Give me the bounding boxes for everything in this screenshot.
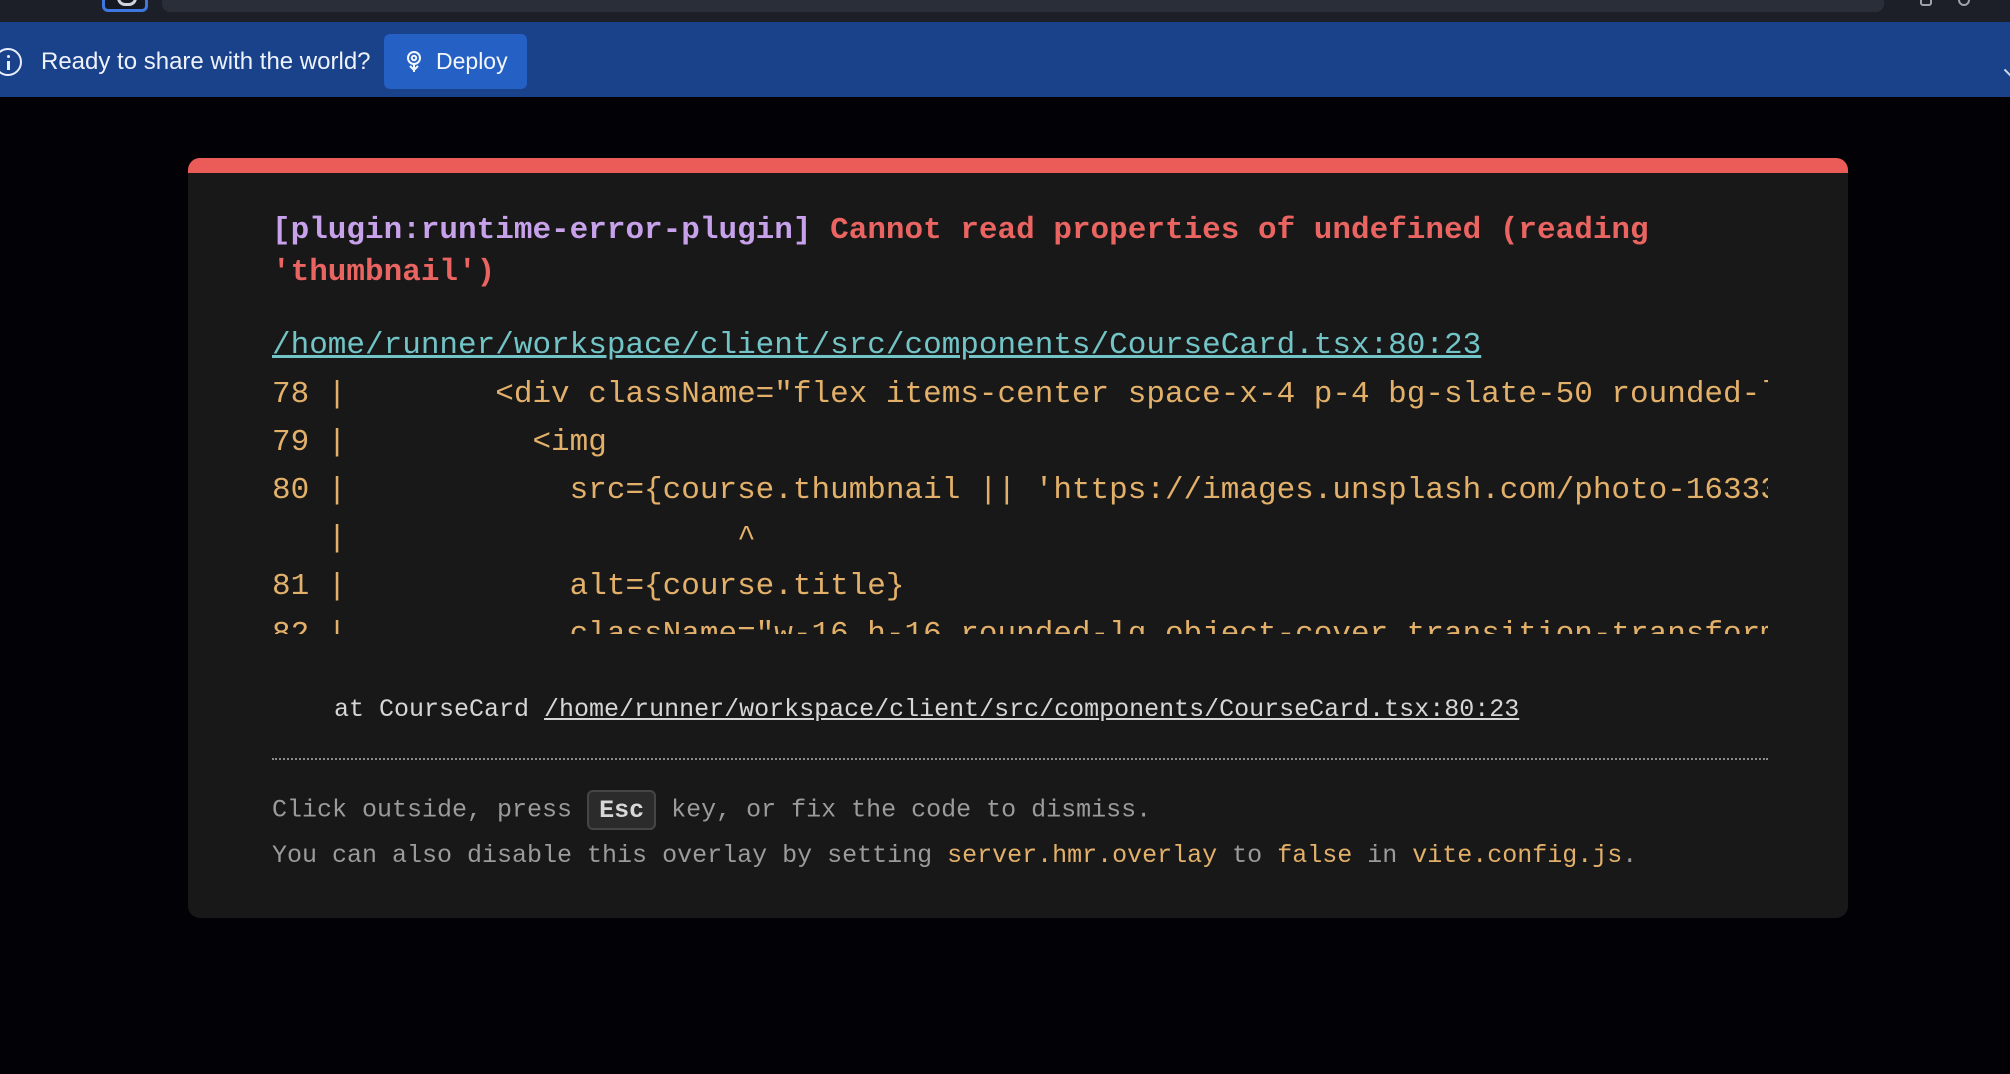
window-control[interactable]	[1958, 0, 1970, 6]
config-option: server.hmr.overlay	[947, 841, 1218, 870]
url-field[interactable]	[162, 0, 1884, 12]
tip-text: Click outside, press	[272, 795, 588, 825]
browser-top-bar	[0, 0, 2010, 22]
config-tip: You can also disable this overlay by set…	[272, 836, 1637, 876]
esc-key: Esc	[587, 790, 657, 830]
close-banner-icon[interactable]	[2003, 68, 2010, 78]
tip-text: You can also disable this overlay by set…	[272, 841, 948, 870]
code-line: 81 | alt={course.title}	[272, 569, 905, 604]
dismiss-tip: Click outside, press Esc key, or fix the…	[272, 790, 1151, 831]
tip-text: .	[1622, 841, 1638, 870]
error-stripe	[188, 158, 1848, 173]
stack-file-link[interactable]: /home/runner/workspace/client/src/compon…	[544, 695, 1519, 724]
error-file-link[interactable]: /home/runner/workspace/client/src/compon…	[272, 328, 1481, 363]
banner-message: Ready to share with the world?	[41, 48, 371, 75]
code-line: 79 | <img	[272, 425, 607, 460]
error-overlay: [plugin:runtime-error-plugin] Cannot rea…	[188, 158, 1848, 918]
code-caret-line: | ^	[272, 521, 756, 556]
deploy-icon	[404, 50, 424, 74]
plugin-tag: [plugin:runtime-error-plugin]	[272, 213, 812, 248]
tip-text: in	[1352, 841, 1413, 870]
divider	[272, 758, 1768, 760]
tip-text: key, or fix the code to dismiss.	[656, 795, 1152, 825]
deploy-button-label: Deploy	[436, 48, 508, 74]
code-line: 82 | className="w-16 h-16 rounded-lg obj…	[272, 614, 1768, 634]
stack-trace: at CourseCard /home/runner/workspace/cli…	[334, 695, 1519, 724]
app-tab-icon[interactable]	[102, 0, 148, 12]
stack-prefix: at CourseCard	[334, 695, 545, 724]
error-title: [plugin:runtime-error-plugin] Cannot rea…	[272, 210, 1772, 294]
info-icon	[0, 48, 22, 76]
deploy-banner: Ready to share with the world? Deploy	[0, 22, 2010, 97]
code-line: 80 | src={course.thumbnail || 'https://i…	[272, 473, 1768, 508]
config-value: false	[1277, 841, 1353, 870]
code-frame: 78 | <div className="flex items-center s…	[272, 374, 1768, 634]
code-line: 78 | <div className="flex items-center s…	[272, 377, 1768, 412]
tip-text: to	[1217, 841, 1278, 870]
config-file: vite.config.js	[1412, 841, 1623, 870]
deploy-button[interactable]: Deploy	[384, 34, 527, 89]
window-control[interactable]	[1920, 0, 1932, 6]
